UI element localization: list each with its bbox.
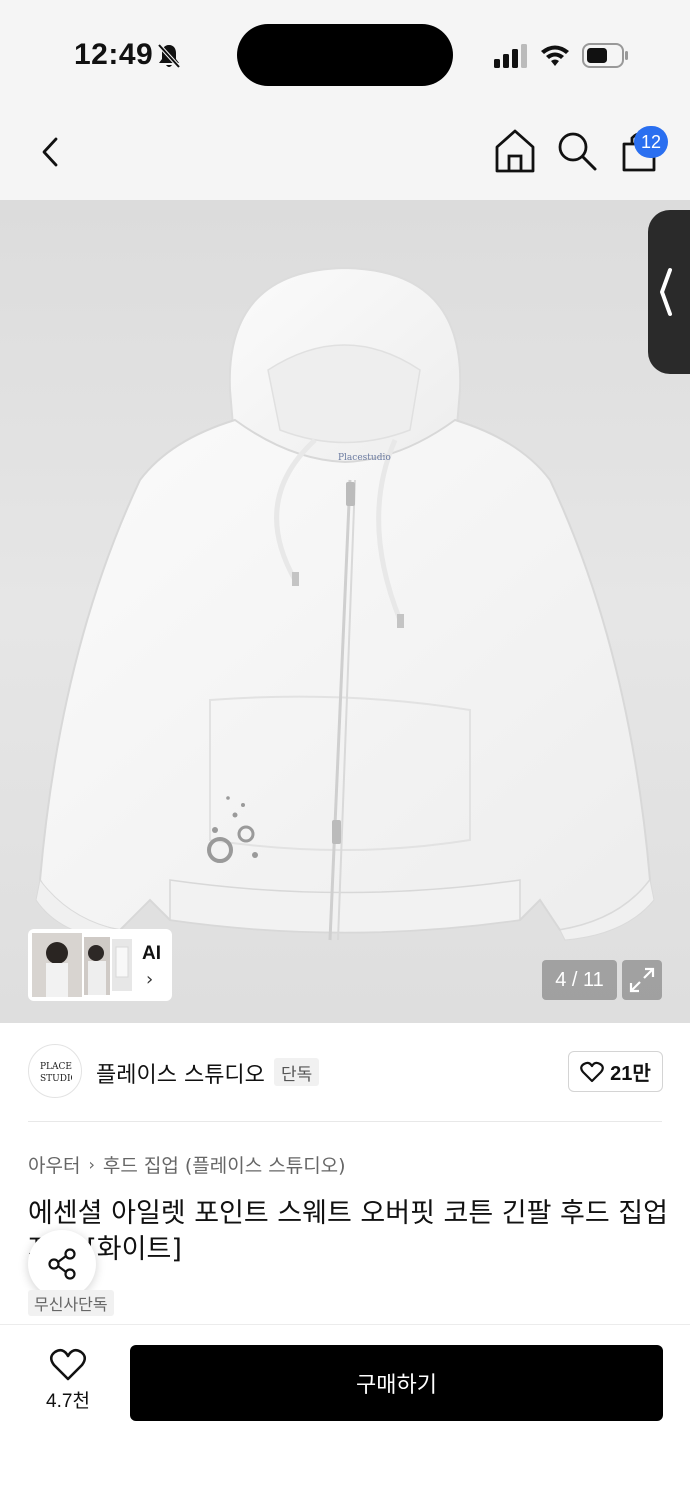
chevron-right-icon: › — [88, 1155, 95, 1174]
dynamic-island — [237, 24, 453, 86]
ai-thumbnail — [32, 933, 132, 997]
chevron-left-icon — [660, 268, 672, 316]
expand-button[interactable] — [622, 960, 662, 1000]
search-icon[interactable] — [554, 128, 600, 174]
ai-styling-card[interactable]: AI › — [28, 929, 172, 1001]
battery-icon — [582, 43, 628, 68]
buy-button[interactable]: 구매하기 — [130, 1345, 663, 1421]
brand-logo[interactable]: PLACE STUDIO — [28, 1044, 82, 1098]
exclusive-tag: 무신사단독 — [28, 1290, 114, 1316]
share-icon — [48, 1248, 76, 1280]
product-title: 에센셜 아일렛 포인트 스웨트 오버핏 코튼 긴팔 후드 집업 자켓 [화이트] — [28, 1198, 668, 1265]
svg-text:PLACE: PLACE — [40, 1062, 72, 1072]
brand-name[interactable]: 플레이스 스튜디오 — [96, 1057, 265, 1089]
brand-like-button[interactable]: 21만 — [568, 1051, 663, 1092]
chevron-left-icon — [42, 137, 58, 167]
bell-off-icon — [157, 43, 181, 69]
signal-icon — [494, 44, 527, 68]
share-button[interactable] — [28, 1230, 96, 1298]
heart-icon — [580, 1061, 605, 1082]
breadcrumb-subcategory[interactable]: 후드 집업 (플레이스 스튜디오) — [103, 1151, 346, 1178]
expand-icon — [629, 967, 655, 993]
svg-text:Placestudio: Placestudio — [338, 453, 391, 463]
brand-like-count: 21만 — [610, 1063, 651, 1085]
top-nav-bar — [0, 110, 690, 200]
image-page-indicator: 4 / 11 — [542, 960, 617, 1000]
brand-exclusive-badge: 단독 — [274, 1058, 320, 1086]
svg-text:STUDIO: STUDIO — [40, 1074, 72, 1084]
hoodie-photo: Placestudio — [35, 266, 655, 941]
ai-label: AI — [142, 943, 161, 964]
status-time: 12:49 — [74, 38, 154, 71]
breadcrumb-category[interactable]: 아우터 — [28, 1151, 80, 1178]
chevron-right-icon: › — [146, 969, 154, 990]
product-image[interactable]: Placestudio — [0, 200, 690, 1023]
divider — [28, 1121, 662, 1122]
wifi-icon — [541, 45, 569, 66]
back-button[interactable] — [26, 128, 74, 176]
wishlist-button[interactable]: 4.7천 — [36, 1348, 100, 1418]
cart-count-badge: 12 — [634, 126, 668, 158]
status-bar: 12:49 — [0, 0, 690, 110]
home-icon[interactable] — [492, 126, 538, 176]
side-drawer-handle[interactable] — [648, 210, 690, 374]
brand-logo-mark: PLACE STUDIO — [40, 1062, 72, 1084]
wishlist-count: 4.7천 — [46, 1391, 90, 1412]
heart-icon — [49, 1348, 87, 1381]
breadcrumb: 아우터 › 후드 집업 (플레이스 스튜디오) — [28, 1151, 346, 1178]
